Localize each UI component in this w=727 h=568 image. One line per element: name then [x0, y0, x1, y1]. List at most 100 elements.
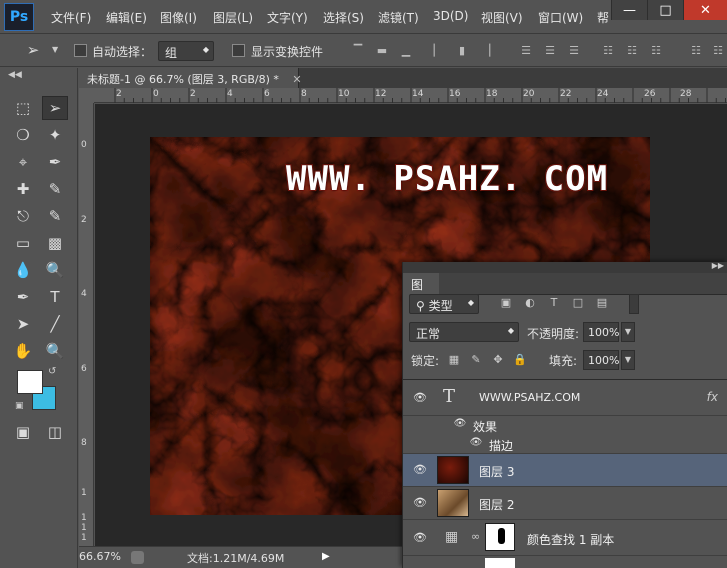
magic-wand-tool-icon[interactable]: ✦	[42, 123, 68, 147]
type-tool-icon[interactable]: T	[42, 285, 68, 309]
align-top-icon[interactable]: ▔	[350, 43, 366, 59]
menu-window[interactable]: 窗口(W)	[538, 9, 583, 26]
distribute-hcenter-icon[interactable]: ☷	[624, 43, 640, 59]
screen-mode-icon[interactable]: ◫	[42, 420, 68, 444]
collapse-icon[interactable]: ▶▶	[712, 261, 724, 270]
brush-tool-icon[interactable]: ✎	[42, 177, 68, 201]
path-selection-tool-icon[interactable]: ➤	[10, 312, 36, 336]
distribute-right-icon[interactable]: ☷	[648, 43, 664, 59]
distribute-bottom-icon[interactable]: ☰	[566, 43, 582, 59]
gradient-tool-icon[interactable]: ▩	[42, 231, 68, 255]
fx-icon[interactable]: fx	[707, 390, 718, 404]
filter-toggle[interactable]	[629, 294, 639, 314]
menu-view[interactable]: 视图(V)	[481, 9, 523, 26]
auto-align-icon-2[interactable]: ☷	[710, 43, 726, 59]
history-brush-tool-icon[interactable]: ✎	[42, 204, 68, 228]
zoom-tool-icon[interactable]: 🔍	[42, 339, 68, 363]
share-icon[interactable]	[131, 551, 144, 564]
fill-input[interactable]: 100%	[583, 350, 619, 370]
menu-image[interactable]: 图像(I)	[160, 9, 197, 26]
align-right-icon[interactable]: ▕	[478, 43, 494, 59]
align-left-icon[interactable]: ▏	[430, 43, 446, 59]
filter-shape-icon[interactable]: □	[571, 296, 585, 310]
link-icon[interactable]: ∞	[471, 530, 480, 543]
lock-image-icon[interactable]: ✎	[469, 353, 483, 367]
layer-effect-stroke-row[interactable]: 👁 描边	[403, 434, 727, 454]
distribute-top-icon[interactable]: ☰	[518, 43, 534, 59]
menu-file[interactable]: 文件(F)	[51, 9, 91, 26]
default-colors-icon[interactable]: ▣	[15, 401, 24, 411]
distribute-vcenter-icon[interactable]: ☰	[542, 43, 558, 59]
visibility-eye-icon[interactable]: 👁	[413, 531, 427, 545]
align-hcenter-icon[interactable]: ▮	[454, 43, 470, 59]
status-menu-arrow-icon[interactable]: ▶	[322, 551, 330, 562]
visibility-eye-icon[interactable]: 👁	[413, 463, 427, 477]
filter-pixel-icon[interactable]: ▣	[499, 296, 513, 310]
hand-tool-icon[interactable]: ✋	[10, 339, 36, 363]
healing-brush-tool-icon[interactable]: ✚	[10, 177, 36, 201]
blur-tool-icon[interactable]: 💧	[10, 258, 36, 282]
layer-effects-row[interactable]: 👁 效果	[403, 416, 727, 434]
tab-layers[interactable]: 图层	[403, 273, 439, 309]
menu-filter[interactable]: 滤镜(T)	[378, 9, 419, 26]
move-tool-icon[interactable]: ➢	[42, 96, 68, 120]
show-transform-checkbox[interactable]	[232, 44, 245, 57]
minimize-button[interactable]: —	[611, 0, 647, 20]
preset-dropdown-icon[interactable]: ▼	[52, 45, 58, 54]
fill-dropdown-icon[interactable]: ▼	[621, 350, 635, 370]
layer-name[interactable]: 图层 2	[479, 496, 514, 513]
lock-transparency-icon[interactable]: ▦	[447, 353, 461, 367]
collapse-icon[interactable]: ◀◀	[8, 70, 22, 80]
stroke-eye-icon[interactable]: 👁	[469, 437, 483, 451]
marquee-tool-icon[interactable]: ⬚	[10, 96, 36, 120]
move-tool-preset-icon[interactable]: ➢	[20, 38, 46, 62]
opacity-input[interactable]: 100%	[583, 322, 619, 342]
layer-row-layer-2[interactable]: 👁 图层 2	[403, 487, 727, 520]
swap-colors-icon[interactable]: ↺	[48, 366, 56, 377]
canvas-text-layer[interactable]: WWW. PSAHZ. COM	[286, 159, 608, 199]
document-tab[interactable]: 未标题-1 @ 66.7% (图层 3, RGB/8) * ✕	[79, 68, 302, 88]
pen-tool-icon[interactable]: ✒	[10, 285, 36, 309]
dodge-tool-icon[interactable]: 🔍	[42, 258, 68, 282]
align-vcenter-icon[interactable]: ▬	[374, 43, 390, 59]
auto-select-checkbox[interactable]	[74, 44, 87, 57]
close-button[interactable]: ✕	[683, 0, 727, 20]
quick-mask-icon[interactable]: ▣	[10, 420, 36, 444]
layer-mask-thumbnail[interactable]	[485, 523, 515, 551]
foreground-color-swatch[interactable]	[17, 370, 43, 394]
filter-adjustment-icon[interactable]: ◐	[523, 296, 537, 310]
zoom-level[interactable]: 66.67%	[79, 550, 121, 563]
eyedropper-tool-icon[interactable]: ✒	[42, 150, 68, 174]
filter-smart-object-icon[interactable]: ▤	[595, 296, 609, 310]
clone-stamp-tool-icon[interactable]: ⎋	[10, 204, 36, 228]
layer-row-color-lookup[interactable]: 👁 ▦ ∞ 颜色查找 1 副本	[403, 520, 727, 556]
auto-align-icon[interactable]: ☷	[688, 43, 704, 59]
eraser-tool-icon[interactable]: ▭	[10, 231, 36, 255]
layer-name[interactable]: WWW.PSAHZ.COM	[479, 391, 580, 404]
filter-kind-dropdown[interactable]: ⚲ 类型 ◆	[409, 294, 479, 314]
layer-row-text[interactable]: 👁 T WWW.PSAHZ.COM fx	[403, 380, 727, 416]
distribute-left-icon[interactable]: ☷	[600, 43, 616, 59]
maximize-button[interactable]: □	[647, 0, 683, 20]
menu-3d[interactable]: 3D(D)	[433, 9, 468, 23]
menu-select[interactable]: 选择(S)	[323, 9, 364, 26]
panel-header[interactable]: ▶▶	[403, 261, 727, 273]
opacity-dropdown-icon[interactable]: ▼	[621, 322, 635, 342]
visibility-eye-icon[interactable]: 👁	[413, 496, 427, 510]
align-bottom-icon[interactable]: ▁	[398, 43, 414, 59]
crop-tool-icon[interactable]: ⌖	[10, 150, 36, 174]
close-tab-icon[interactable]: ✕	[292, 73, 301, 86]
filter-type-icon[interactable]: T	[547, 296, 561, 310]
ruler-origin[interactable]	[79, 88, 94, 103]
menu-type[interactable]: 文字(Y)	[267, 9, 308, 26]
layer-name[interactable]: 图层 3	[479, 463, 514, 480]
layer-name[interactable]: 颜色查找 1 副本	[527, 531, 614, 548]
layer-row-layer-3[interactable]: 👁 图层 3	[403, 454, 727, 487]
line-tool-icon[interactable]: ╱	[42, 312, 68, 336]
visibility-eye-icon[interactable]: 👁	[413, 391, 427, 405]
menu-edit[interactable]: 编辑(E)	[106, 9, 147, 26]
lock-all-icon[interactable]: 🔒	[513, 353, 527, 367]
lock-position-icon[interactable]: ✥	[491, 353, 505, 367]
lasso-tool-icon[interactable]: ❍	[10, 123, 36, 147]
menu-help[interactable]: 帮	[597, 9, 609, 26]
